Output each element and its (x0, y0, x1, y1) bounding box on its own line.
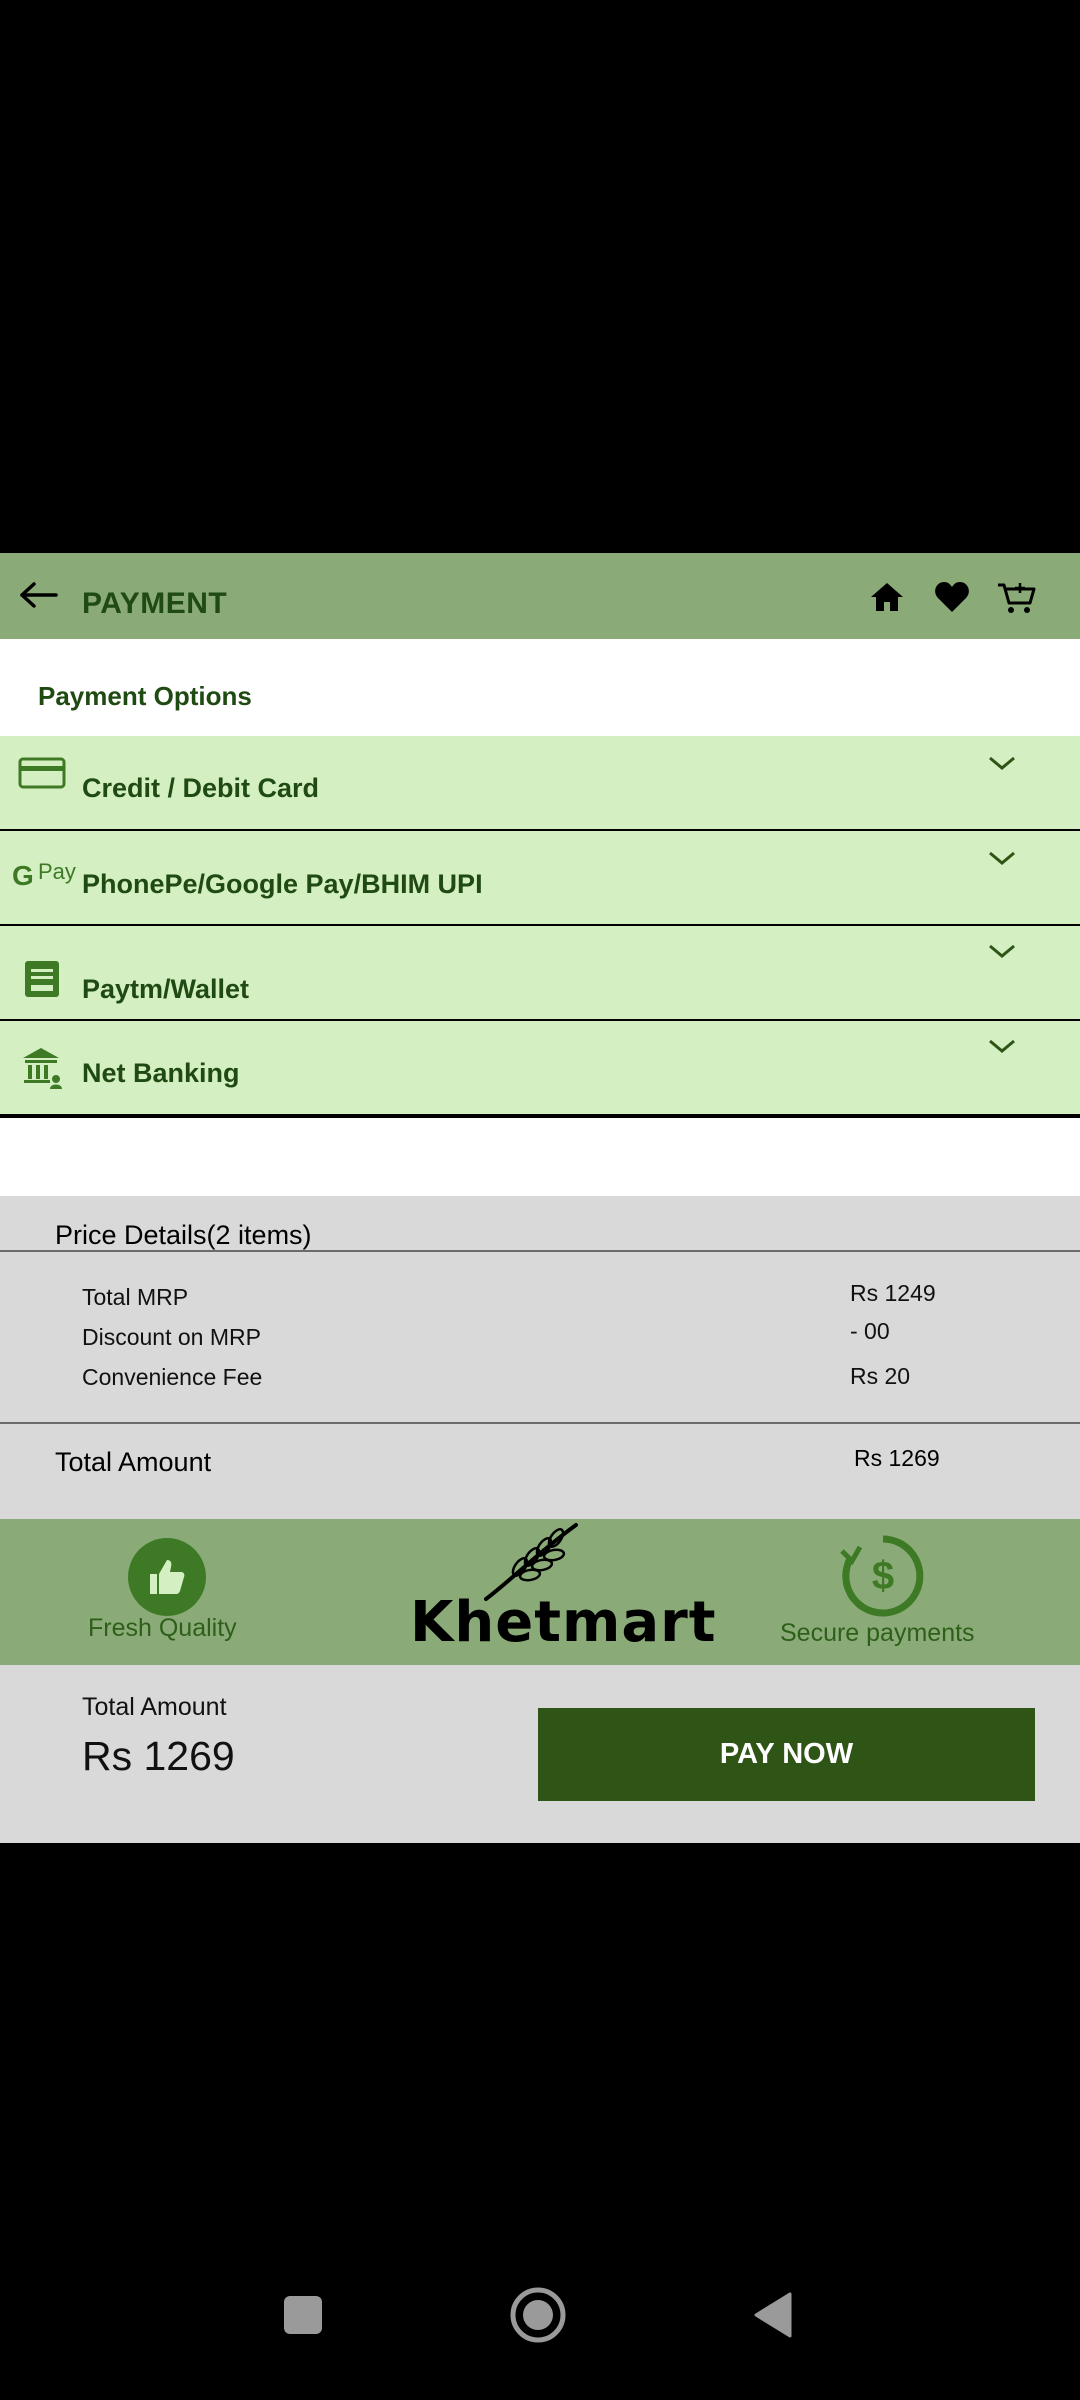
gpay-icon-text: Pay (38, 859, 76, 884)
option-label: Credit / Debit Card (82, 773, 320, 803)
fresh-quality-badge (128, 1538, 206, 1616)
wishlist-button[interactable] (928, 575, 976, 619)
app-header: PAYMENT (0, 553, 1080, 639)
cart-button[interactable] (993, 575, 1041, 619)
system-navigation-bar (0, 2280, 1080, 2390)
home-nav-button[interactable] (503, 2280, 573, 2350)
option-label: PhonePe/Google Pay/BHIM UPI (82, 869, 483, 899)
svg-text:G: G (12, 860, 34, 891)
thumbs-up-icon (150, 1560, 185, 1594)
back-nav-button[interactable] (738, 2280, 808, 2350)
spacer (0, 1118, 1080, 1196)
square-icon (284, 2296, 322, 2334)
option-label: Net Banking (82, 1058, 240, 1088)
pay-now-button[interactable]: PAY NOW (538, 1708, 1035, 1801)
back-button[interactable] (14, 573, 64, 617)
divider (0, 1250, 1080, 1252)
svg-text:$: $ (872, 1554, 894, 1598)
chevron-down-icon[interactable] (982, 748, 1022, 778)
credit-card-icon (14, 748, 70, 798)
checkout-total-amount: Rs 1269 (82, 1733, 235, 1779)
divider (0, 1422, 1080, 1424)
convenience-fee-value: Rs 20 (850, 1363, 911, 1389)
checkout-total-label: Total Amount (82, 1693, 227, 1721)
brand-logo-text: Khetmart (410, 1590, 717, 1655)
chevron-down-icon[interactable] (982, 843, 1022, 873)
option-net-banking[interactable]: Net Banking (0, 1021, 1080, 1114)
chevron-down-icon[interactable] (982, 936, 1022, 966)
option-paytm-wallet[interactable]: Paytm/Wallet (0, 926, 1080, 1019)
payment-options-title: Payment Options (38, 681, 252, 711)
fresh-quality-text: Fresh Quality (88, 1614, 237, 1642)
discount-label: Discount on MRP (82, 1324, 261, 1350)
home-button[interactable] (863, 575, 911, 619)
price-details-title: Price Details(2 items) (55, 1220, 312, 1250)
option-upi[interactable]: G Pay PhonePe/Google Pay/BHIM UPI (0, 831, 1080, 924)
home-icon (871, 583, 903, 611)
triangle-back-icon (754, 2292, 792, 2338)
option-label: Paytm/Wallet (82, 974, 250, 1004)
payment-screen: PAYMENT Payment Options Credit / Debit C… (0, 553, 1080, 1843)
chevron-down-icon[interactable] (982, 1031, 1022, 1061)
total-amount-value: Rs 1269 (854, 1445, 940, 1471)
wallet-icon (14, 954, 70, 1004)
arrow-left-icon (20, 582, 58, 608)
gpay-icon: G Pay (12, 851, 76, 901)
secure-payments-text: Secure payments (780, 1619, 975, 1647)
total-mrp-value: Rs 1249 (850, 1280, 936, 1306)
bank-icon (14, 1043, 70, 1093)
secure-payment-icon: $ (840, 1535, 924, 1617)
convenience-fee-label: Convenience Fee (82, 1364, 263, 1390)
heart-icon (935, 582, 969, 612)
circle-home-icon (510, 2287, 566, 2343)
discount-value: - 00 (850, 1318, 890, 1344)
page-title: PAYMENT (82, 587, 228, 620)
cart-icon (998, 583, 1036, 613)
total-amount-label: Total Amount (55, 1447, 212, 1477)
recents-button[interactable] (268, 2280, 338, 2350)
option-credit-debit-card[interactable]: Credit / Debit Card (0, 736, 1080, 829)
total-mrp-label: Total MRP (82, 1284, 189, 1310)
